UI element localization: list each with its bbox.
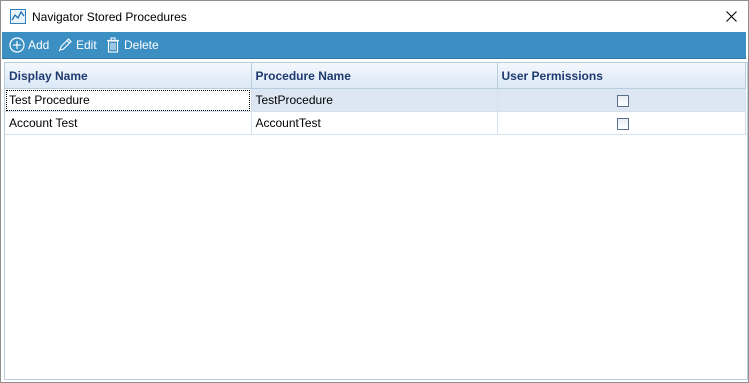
column-header-procedure-name[interactable]: Procedure Name — [251, 63, 498, 89]
add-label: Add — [28, 38, 50, 52]
edit-label: Edit — [76, 38, 97, 52]
table-row[interactable]: Test Procedure TestProcedure — [5, 88, 746, 112]
toolbar: Add Edit Delete — [2, 32, 746, 59]
close-icon[interactable] — [722, 7, 740, 25]
delete-button[interactable]: Delete — [105, 32, 159, 58]
table-row[interactable]: Account Test AccountTest — [5, 111, 746, 135]
pencil-icon — [58, 38, 72, 52]
stored-procedures-window: Navigator Stored Procedures Add Edit Del… — [0, 0, 749, 383]
trash-icon — [107, 37, 119, 53]
procedures-table: Display Name Procedure Name User Permiss… — [5, 63, 746, 135]
edit-button[interactable]: Edit — [57, 32, 97, 58]
user-permissions-cell[interactable] — [497, 88, 746, 112]
user-permissions-checkbox[interactable] — [617, 117, 629, 130]
add-button[interactable]: Add — [9, 32, 49, 58]
procedure-name-cell[interactable]: TestProcedure — [251, 88, 498, 112]
delete-label: Delete — [124, 38, 159, 52]
title-bar: Navigator Stored Procedures — [1, 1, 748, 32]
column-header-display-name[interactable]: Display Name — [5, 63, 252, 89]
header-row: Display Name Procedure Name User Permiss… — [5, 63, 746, 89]
column-header-user-permissions[interactable]: User Permissions — [497, 63, 746, 89]
display-name-cell[interactable]: Test Procedure — [5, 88, 252, 112]
window-title: Navigator Stored Procedures — [32, 10, 187, 24]
plus-circle-icon — [9, 37, 25, 53]
chart-app-icon — [10, 9, 26, 24]
user-permissions-checkbox[interactable] — [617, 94, 629, 107]
procedures-grid: Display Name Procedure Name User Permiss… — [4, 62, 748, 380]
display-name-cell[interactable]: Account Test — [5, 111, 252, 135]
user-permissions-cell[interactable] — [497, 111, 746, 135]
procedure-name-cell[interactable]: AccountTest — [251, 111, 498, 135]
